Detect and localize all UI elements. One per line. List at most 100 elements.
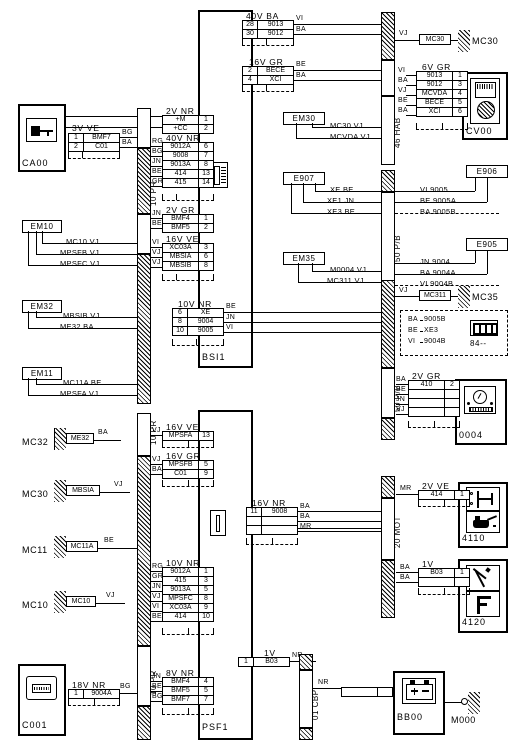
bsi-2vnr-table[interactable]: +M 1 +CC 2 xyxy=(162,115,214,134)
table-row: 2 C01 xyxy=(68,142,120,152)
wire xyxy=(224,332,381,333)
wire xyxy=(396,582,418,583)
table-row: 11 9008 xyxy=(246,507,298,517)
bsi-40vnr-table[interactable]: 9012A 6 9008 7 9013A 8 414 13 415 14 xyxy=(162,142,214,188)
table-row: 414 1 xyxy=(418,490,470,500)
oil-can-icon xyxy=(466,511,500,533)
harness-wire-label: MC10 VJ xyxy=(66,237,99,246)
wire xyxy=(294,24,381,25)
wire xyxy=(396,404,408,405)
ground-tag-me32[interactable]: ME32 xyxy=(66,433,94,444)
wire-label: JN xyxy=(226,314,236,321)
wire xyxy=(298,282,381,283)
wire xyxy=(151,186,162,187)
psf-16vgr-table[interactable]: MPSFB 5 C01 9 xyxy=(162,460,214,479)
wire xyxy=(151,701,162,702)
ignition-key-icon xyxy=(26,118,57,142)
wire-label: VI xyxy=(398,67,406,74)
wire-label: BE xyxy=(296,61,306,68)
psf-10vnr-table[interactable]: 9012A 1 415 3 9013A 5 MPSFC 8 XC03A 9 414 10 xyxy=(162,567,214,622)
table-row: 414 10 xyxy=(162,612,214,622)
wire-label: VJ xyxy=(396,406,405,413)
d4110-pin-table[interactable]: 414 1 xyxy=(418,490,470,500)
wire-label: BE xyxy=(152,613,162,620)
harness-wire-label: MC311 VJ xyxy=(327,276,364,285)
wire xyxy=(296,123,297,138)
wire-label: XE3 xyxy=(424,327,439,334)
table-row: 6 XE xyxy=(172,308,224,318)
psf-1v-table[interactable]: 1 B03 xyxy=(238,657,290,667)
wire xyxy=(28,231,29,265)
harness-tag-em35[interactable]: EM35 xyxy=(283,252,325,265)
psf-8vnr-table[interactable]: BMF4 4 BMF5 5 BMF7 7 xyxy=(162,677,214,705)
wire xyxy=(451,40,458,41)
psf-16vnr-table[interactable]: 11 9008 xyxy=(246,507,298,535)
wire xyxy=(96,603,125,604)
table-row: XC03A 9 xyxy=(162,603,214,613)
bsi-16vgr-table[interactable]: 2 BECE 4 XCI xyxy=(242,66,294,85)
wire xyxy=(312,271,381,272)
ca00-pin-table[interactable]: 1 BMF7 2 C01 xyxy=(68,133,120,152)
wire xyxy=(151,601,162,602)
harness-wire-label: MPSFA VJ xyxy=(60,389,99,398)
module-psf1-label: PSF1 xyxy=(202,722,229,732)
wire xyxy=(28,265,137,266)
psf-fuse-icon xyxy=(210,510,226,536)
harness-tag-e905[interactable]: E905 xyxy=(466,238,508,251)
wire xyxy=(294,70,381,71)
wire-label: RG xyxy=(152,563,164,570)
ground-tag-mc311[interactable]: MC311 xyxy=(419,290,451,301)
wire xyxy=(313,688,341,689)
table-row xyxy=(408,389,460,399)
ground-symbol xyxy=(54,536,66,558)
wire-label: BE xyxy=(104,537,114,544)
ca00-dashline xyxy=(68,158,120,159)
ground-tag-mc30[interactable]: MC30 xyxy=(419,34,451,45)
wire xyxy=(298,521,381,522)
wire-label: VJ xyxy=(152,427,161,434)
cv00-pin-table[interactable]: 9013 1 9012 3 MCVDA 4 BECE 5 XCI 6 xyxy=(416,71,468,117)
device-ca00-label: CA00 xyxy=(22,158,49,168)
harness-connector xyxy=(299,728,313,740)
ground-tag-mbsia[interactable]: MBSIA xyxy=(66,485,100,496)
wire xyxy=(151,247,162,248)
wire xyxy=(420,342,423,343)
bsi-40vba-table[interactable]: 28 9013 30 9012 xyxy=(242,20,294,39)
wire xyxy=(420,331,423,332)
wire xyxy=(151,228,162,229)
bsi-16vve-table[interactable]: XC03A 3 MBSIA 6 MBSIB 8 xyxy=(162,243,214,271)
wire-label: BA xyxy=(408,316,418,323)
wire-label: VI xyxy=(226,324,234,331)
dashline xyxy=(162,280,214,281)
wire xyxy=(120,693,137,694)
table-row: 28 9013 xyxy=(242,20,294,30)
ground-tag-mc11a[interactable]: MC11A xyxy=(66,541,98,552)
table-row: 4 XCI xyxy=(242,75,294,85)
d4120-pin-table[interactable]: B03 1 xyxy=(418,568,470,587)
wire-label: BG xyxy=(122,129,133,136)
wire xyxy=(475,178,476,191)
wire xyxy=(406,75,416,76)
harness-tag-em30[interactable]: EM30 xyxy=(283,112,325,125)
table-row: 8 9004 xyxy=(172,317,224,327)
wire-label: JN xyxy=(396,396,406,403)
harness-tag-e906[interactable]: E906 xyxy=(466,165,508,178)
ground-label-mc30b: MC30 xyxy=(22,489,49,499)
harness-tag-e907[interactable]: E907 xyxy=(283,172,325,185)
bsi-2vgr-table[interactable]: BMF4 1 BMF5 2 xyxy=(162,214,214,233)
d0004-pin-table[interactable]: 410 2 xyxy=(408,380,460,417)
table-row xyxy=(408,407,460,417)
c001-pin-table[interactable]: 1 9004A xyxy=(68,689,120,699)
ground-tag-mc10[interactable]: MC10 xyxy=(66,596,96,607)
bsi-10vnr-table[interactable]: 6 XE 8 9004 10 9005 xyxy=(172,308,224,336)
ground-symbol xyxy=(458,30,470,52)
wire xyxy=(291,183,292,213)
table-row: BECE 5 xyxy=(416,98,468,108)
harness-connector xyxy=(137,456,151,646)
device-c001-label: C001 xyxy=(22,720,48,730)
bb00-pin-table[interactable] xyxy=(341,687,393,697)
pressure-switch-icon xyxy=(466,487,500,511)
psf-16vve-table[interactable]: MPSFA 13 xyxy=(162,431,214,441)
harness-wire-label: MC30 VJ xyxy=(330,121,363,130)
table-row: 414 13 xyxy=(162,169,214,179)
